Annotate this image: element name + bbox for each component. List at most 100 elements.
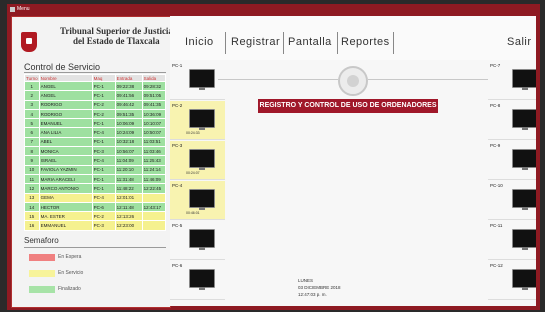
- table-row[interactable]: 5 EMANUEL PC-1 10:06:09 10:10:07: [24, 118, 166, 129]
- legend-label: En Espera: [58, 254, 82, 260]
- cell-maq: PC-1: [91, 173, 116, 185]
- computer-tile-pc-5[interactable]: PC-5: [170, 221, 225, 260]
- cell-maq: PC-6: [91, 201, 116, 213]
- computer-tile-pc-8[interactable]: PC-8: [488, 101, 536, 140]
- column-header-nombre[interactable]: Nombre: [38, 74, 93, 82]
- monitor-icon: [189, 149, 215, 170]
- table-row[interactable]: 4 RODRIGO PC-2 09:51:35 10:36:09: [24, 108, 166, 120]
- column-header-maq[interactable]: Maq: [91, 74, 116, 82]
- cell-salida: 09:51:05: [141, 90, 166, 101]
- table-row[interactable]: 3 RODRIGO PC-2 09:46:42 09:41:35: [24, 99, 166, 110]
- table-row[interactable]: 8 MONICA PC-3 10:56:07 11:03:46: [24, 146, 166, 157]
- cell-turno: 12: [24, 183, 40, 194]
- menu-separator: [283, 32, 284, 54]
- table-row[interactable]: 10 FAVIOLA YAZMIN PC-1 11:20:10 11:24:14: [24, 164, 166, 175]
- cell-entrada: 10:06:09: [114, 118, 143, 129]
- column-header-entrada[interactable]: Entrada: [114, 74, 143, 82]
- main-panel: Inicio Registrar Pantalla Reportes Salir…: [170, 16, 536, 306]
- table-row[interactable]: 14 HECTOR PC-6 12:11:48 12:43:17: [24, 201, 166, 213]
- computer-tile-pc-12[interactable]: PC-12: [488, 261, 536, 300]
- cell-nombre: ISRAEL: [38, 155, 93, 166]
- computer-label: PC-10: [490, 183, 503, 188]
- tribunal-logo-icon: [21, 32, 37, 52]
- menu-inicio[interactable]: Inicio: [185, 36, 214, 48]
- computer-tile-pc-9[interactable]: PC-9: [488, 141, 536, 180]
- computer-tile-pc-4[interactable]: PC-4 00:46:01: [170, 181, 225, 220]
- computer-tile-pc-1[interactable]: PC-1: [170, 61, 225, 100]
- cell-salida: 12:43:17: [141, 201, 166, 213]
- computer-label: PC-3: [172, 143, 183, 148]
- computer-label: PC-9: [490, 143, 501, 148]
- cell-turno: 16: [24, 220, 40, 231]
- table-row[interactable]: 7 ABEL PC-1 10:32:18 11:03:51: [24, 136, 166, 148]
- table-row[interactable]: 9 ISRAEL PC-4 11:04:09 11:25:43: [24, 155, 166, 166]
- menu-reportes[interactable]: Reportes: [341, 36, 390, 48]
- table-row[interactable]: 16 EMMANUEL PC-3 12:23:00: [24, 220, 166, 231]
- computer-tile-pc-11[interactable]: PC-11: [488, 221, 536, 260]
- menu-separator: [393, 32, 394, 54]
- clock: 12:47:03 p. m.: [298, 292, 327, 297]
- table-row[interactable]: 15 MA. ESTER PC-2 12:13:26: [24, 211, 166, 222]
- monitor-icon: [512, 269, 536, 290]
- session-timer: 00:46:01: [186, 211, 200, 215]
- cell-entrada: 11:31:48: [114, 173, 143, 185]
- computer-label: PC-7: [490, 63, 501, 68]
- cell-salida: 11:25:43: [141, 155, 166, 166]
- cell-turno: 15: [24, 211, 40, 222]
- column-header-salida[interactable]: Salida: [141, 74, 166, 82]
- cell-turno: 8: [24, 146, 40, 157]
- monitor-icon: [512, 229, 536, 250]
- cell-salida: 10:50:07: [141, 127, 166, 138]
- monitor-icon: [512, 189, 536, 210]
- table-row[interactable]: 2 ANGEL PC-1 09:41:56 09:51:05: [24, 90, 166, 101]
- divider: [218, 79, 338, 80]
- computer-tile-pc-2[interactable]: PC-2 00:24:33: [170, 101, 225, 140]
- table-row[interactable]: 1 ANGEL PC-1 09:22:38 09:28:32: [24, 80, 166, 92]
- cell-maq: PC-2: [91, 108, 116, 120]
- cell-nombre: MARCO ANTONIO: [38, 183, 93, 194]
- monitor-icon: [512, 149, 536, 170]
- cell-turno: 1: [24, 80, 40, 92]
- service-table: Turno Nombre Maq Entrada Salida 1 ANGEL PC…: [24, 74, 166, 231]
- cell-maq: PC-3: [91, 146, 116, 157]
- table-row[interactable]: 13 GEMA PC-4 12:01:01: [24, 192, 166, 203]
- cell-entrada: 12:23:00: [114, 220, 143, 231]
- cell-maq: PC-4: [91, 127, 116, 138]
- cell-salida: 09:41:35: [141, 99, 166, 110]
- cell-salida: 11:03:51: [141, 136, 166, 148]
- legend-label: Finalizado: [58, 286, 81, 292]
- cell-nombre: ANA LILIA: [38, 127, 93, 138]
- computer-label: PC-2: [172, 103, 183, 108]
- cell-entrada: 10:32:18: [114, 136, 143, 148]
- cell-entrada: 10:56:07: [114, 146, 143, 157]
- cell-entrada: 12:01:01: [114, 192, 143, 203]
- seal-icon: [338, 66, 368, 96]
- cell-nombre: EMANUEL: [38, 118, 93, 129]
- cell-turno: 3: [24, 99, 40, 110]
- monitor-icon: [189, 229, 215, 250]
- menu-registrar[interactable]: Registrar: [231, 36, 280, 48]
- column-header-turno[interactable]: Turno: [24, 74, 40, 82]
- cell-maq: PC-1: [91, 136, 116, 148]
- computer-label: PC-1: [172, 63, 183, 68]
- cell-salida: 10:10:07: [141, 118, 166, 129]
- table-row[interactable]: 11 MARIA ARACELI PC-1 11:31:48 11:46:09: [24, 173, 166, 185]
- cell-turno: 11: [24, 173, 40, 185]
- table-row[interactable]: 6 ANA LILIA PC-4 10:24:09 10:50:07: [24, 127, 166, 138]
- table-header-row: Turno Nombre Maq Entrada Salida: [24, 74, 166, 82]
- legend-swatch: [29, 270, 55, 277]
- divider: [24, 247, 166, 248]
- table-row[interactable]: 12 MARCO ANTONIO PC-1 11:48:22 12:22:45: [24, 183, 166, 194]
- cell-maq: PC-4: [91, 155, 116, 166]
- menu-pantalla[interactable]: Pantalla: [288, 36, 332, 48]
- computer-tile-pc-10[interactable]: PC-10: [488, 181, 536, 220]
- menu-salir[interactable]: Salir: [507, 36, 532, 48]
- institution-name: Tribunal Superior de Justicia: [60, 26, 173, 36]
- page-title: REGISTRO Y CONTROL DE USO DE ORDENADORES: [258, 99, 438, 113]
- session-timer: 00:24:07: [186, 171, 200, 175]
- cell-nombre: MONICA: [38, 146, 93, 157]
- computer-tile-pc-6[interactable]: PC-6: [170, 261, 225, 300]
- semaforo-title: Semaforo: [24, 236, 59, 245]
- computer-tile-pc-3[interactable]: PC-3 00:24:07: [170, 141, 225, 180]
- computer-tile-pc-7[interactable]: PC-7: [488, 61, 536, 100]
